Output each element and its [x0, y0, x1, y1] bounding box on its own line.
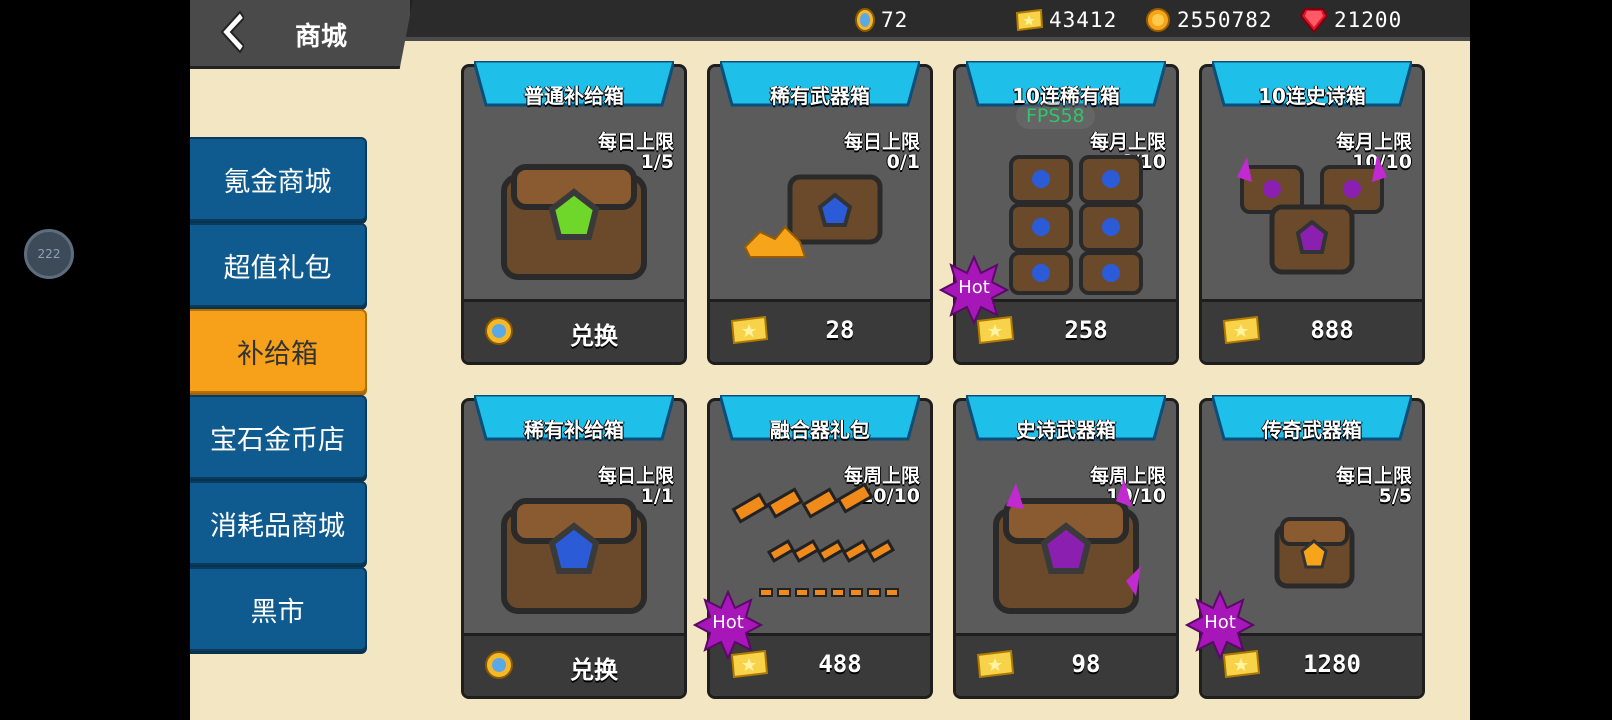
sidebar-item-value-packs[interactable]: 超值礼包: [190, 223, 367, 307]
card-title: 稀有武器箱: [770, 84, 870, 108]
ticket-icon: [976, 650, 1014, 678]
card-title: 普通补给箱: [524, 84, 624, 108]
back-arrow-icon[interactable]: [218, 10, 244, 54]
card-footer: 兑换: [464, 299, 684, 362]
card-title: 稀有补给箱: [524, 418, 624, 442]
hot-badge: Hot: [1184, 589, 1256, 661]
shop-card-10x-epic-box[interactable]: 10连史诗箱 每月上限 10/10 888: [1199, 61, 1425, 365]
resource-coins: 2550782: [1145, 5, 1273, 35]
card-footer: 888: [1202, 299, 1422, 362]
hot-label: Hot: [958, 277, 990, 298]
hot-label: Hot: [712, 612, 744, 633]
gold-coin-icon: [1146, 8, 1170, 32]
header-tab: 商城: [190, 0, 413, 69]
hot-label: Hot: [1204, 612, 1236, 633]
chest-stack-purple-icon: [1237, 155, 1387, 275]
shop-card-epic-weapon-box[interactable]: 史诗武器箱 每周上限 10/10 98: [953, 395, 1179, 699]
shop-card-rare-supply-box[interactable]: 稀有补给箱 每日上限 1/1 兑换: [461, 395, 687, 699]
exchange-button[interactable]: 兑换: [534, 650, 654, 685]
hot-badge: Hot: [692, 589, 764, 661]
card-footer: 28: [710, 299, 930, 362]
ticket-icon: [1222, 316, 1260, 344]
exchange-button[interactable]: 兑换: [534, 316, 654, 351]
card-footer: 兑换: [464, 633, 684, 696]
sidebar-item-gem-coin-shop[interactable]: 宝石金币店: [190, 395, 367, 479]
price-value[interactable]: 28: [780, 316, 900, 344]
gold-medal-icon: [485, 317, 513, 345]
sidebar-item-premium-shop[interactable]: 氪金商城: [190, 137, 367, 221]
gems-count: 21200: [1334, 8, 1403, 32]
resource-medals: 72: [855, 5, 908, 35]
tickets-count: 43412: [1049, 8, 1118, 32]
price-value[interactable]: 258: [1026, 316, 1146, 344]
card-title: 融合器礼包: [770, 418, 870, 442]
shop-card-rare-weapon-box[interactable]: 稀有武器箱 每日上限 0/1 28: [707, 61, 933, 365]
gold-medal-icon: [485, 651, 513, 679]
ticket-icon: [1015, 9, 1043, 31]
shop-screen: 商城 72 43412 2550782 21200 氪金商城 超值礼包 补给箱 …: [190, 0, 1470, 720]
weapon-chest-blue-icon: [743, 174, 883, 258]
card-title: 传奇武器箱: [1262, 418, 1362, 442]
page-title: 商城: [295, 22, 348, 52]
card-title: 史诗武器箱: [1016, 418, 1116, 442]
sidebar-item-black-market[interactable]: 黑市: [190, 567, 367, 651]
hot-badge: Hot: [938, 254, 1010, 326]
price-value[interactable]: 98: [1026, 650, 1146, 678]
price-value[interactable]: 888: [1272, 316, 1392, 344]
coins-count: 2550782: [1177, 8, 1273, 32]
card-footer: 98: [956, 633, 1176, 696]
price-value[interactable]: 1280: [1272, 650, 1392, 678]
supply-chest-blue-icon: [501, 498, 647, 614]
sidebar-item-consumables[interactable]: 消耗品商城: [190, 481, 367, 565]
gold-medal-icon: [855, 8, 875, 32]
card-title: 10连史诗箱: [1258, 84, 1366, 108]
red-gem-icon: [1300, 8, 1328, 33]
epic-chest-purple-icon: [993, 479, 1141, 614]
fps-counter: FPS58: [1016, 103, 1095, 129]
medals-count: 72: [881, 8, 909, 32]
supply-chest-green-icon: [501, 164, 647, 280]
resource-gems: 21200: [1300, 5, 1402, 35]
resource-tickets: 43412: [1015, 5, 1117, 35]
shop-card-common-supply-box[interactable]: 普通补给箱 每日上限 1/5 兑换: [461, 61, 687, 365]
sidebar-item-supply-boxes[interactable]: 补给箱: [190, 309, 367, 393]
floating-assist-button[interactable]: 222: [24, 229, 74, 279]
ticket-icon: [730, 316, 768, 344]
price-value[interactable]: 488: [780, 650, 900, 678]
